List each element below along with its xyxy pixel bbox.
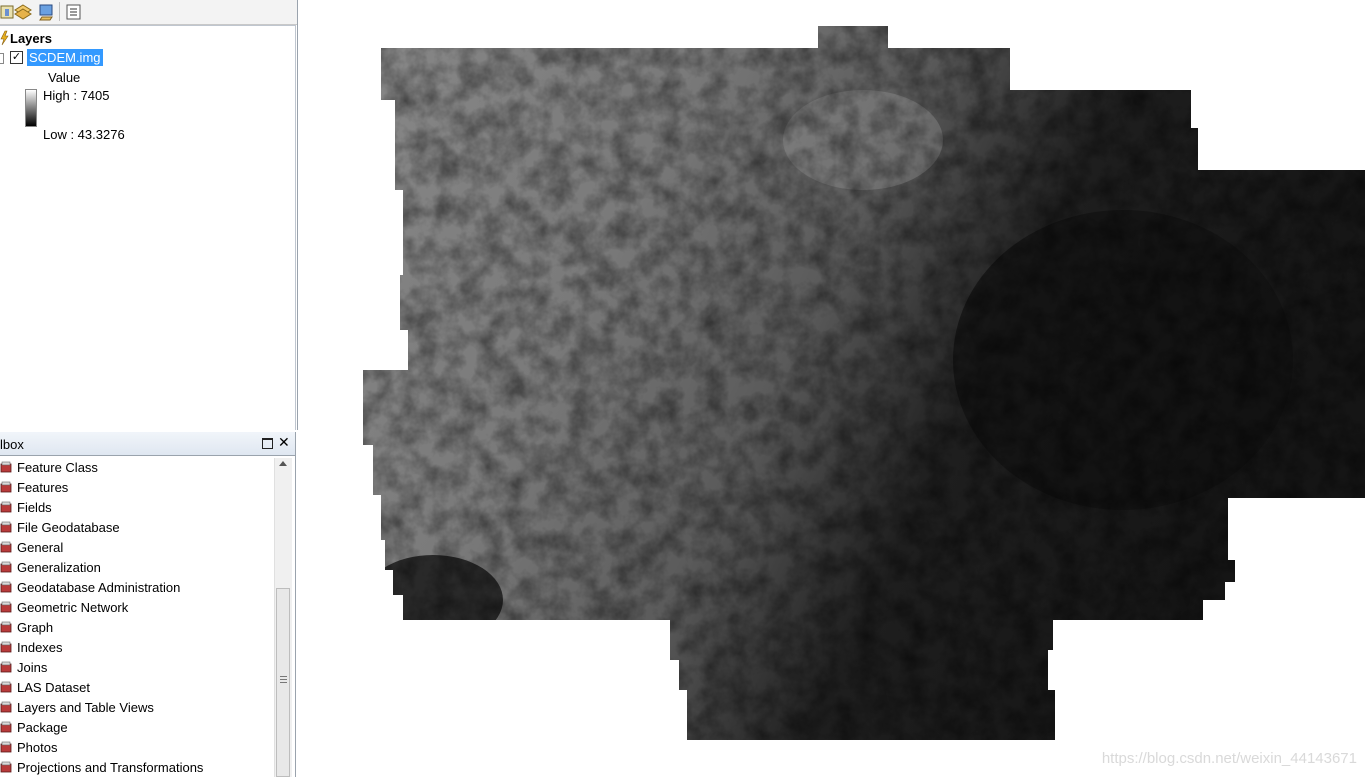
toolset-label: Geometric Network xyxy=(17,600,129,615)
layer-name[interactable]: SCDEM.img xyxy=(27,49,103,66)
legend-high-label: High : 7405 xyxy=(43,88,110,103)
toolset-item[interactable]: Layers and Table Views xyxy=(0,698,275,718)
toolset-label: Features xyxy=(17,480,69,495)
toolset-icon xyxy=(0,701,13,714)
toolset-item[interactable]: General xyxy=(0,538,275,558)
toolset-item[interactable]: Features xyxy=(0,478,275,498)
toolset-icon xyxy=(0,641,13,654)
toolbox-title: lbox xyxy=(0,437,24,452)
toolset-item[interactable]: Indexes xyxy=(0,638,275,658)
toolset-icon xyxy=(0,461,13,474)
toolset-label: Projections and Transformations xyxy=(17,760,204,775)
layer-visibility-checkbox[interactable]: ✓ xyxy=(10,51,23,64)
toolset-label: Package xyxy=(17,720,68,735)
options-icon[interactable] xyxy=(65,3,83,21)
toolset-item[interactable]: Package xyxy=(0,718,275,738)
watermark-text: https://blog.csdn.net/weixin_44143671 xyxy=(1101,750,1357,767)
data-frame-title[interactable]: Layers xyxy=(10,31,52,46)
toolset-label: Generalization xyxy=(17,560,101,575)
toc-tree: Layers ✓ SCDEM.img Value High : 7405 Low… xyxy=(0,25,296,430)
toolset-icon xyxy=(0,761,13,774)
toolset-item[interactable]: Feature Class xyxy=(0,458,275,478)
toolset-label: Feature Class xyxy=(17,460,98,475)
toolset-item[interactable]: File Geodatabase xyxy=(0,518,275,538)
list-by-visibility-icon[interactable] xyxy=(38,3,56,21)
toolset-icon xyxy=(0,601,13,614)
legend-title: Value xyxy=(48,70,81,85)
toolset-label: Fields xyxy=(17,500,52,515)
close-icon[interactable]: ✕ xyxy=(278,434,290,450)
toolset-item[interactable]: Joins xyxy=(0,658,275,678)
toolset-label: Graph xyxy=(17,620,54,635)
toolset-icon xyxy=(0,501,13,514)
toolset-label: Photos xyxy=(17,740,58,755)
toolset-item[interactable]: Graph xyxy=(0,618,275,638)
toolset-icon xyxy=(0,621,13,634)
toolset-icon xyxy=(0,561,13,574)
toolset-icon xyxy=(0,741,13,754)
toolbox-header: lbox ✕ xyxy=(0,432,295,456)
toolset-item[interactable]: Generalization xyxy=(0,558,275,578)
toolbox-panel: lbox ✕ Feature Class Features Fields File G… xyxy=(0,432,296,777)
toolset-item[interactable]: Photos xyxy=(0,738,275,758)
toolset-label: LAS Dataset xyxy=(17,680,90,695)
toolset-icon xyxy=(0,661,13,674)
toolset-label: File Geodatabase xyxy=(17,520,120,535)
collapse-toggle-icon[interactable] xyxy=(0,53,4,64)
list-by-source-icon[interactable] xyxy=(14,3,32,21)
toolbar-divider xyxy=(59,2,60,21)
toolset-label: General xyxy=(17,540,64,555)
restore-window-icon[interactable] xyxy=(262,438,273,449)
toolset-item[interactable]: Fields xyxy=(0,498,275,518)
toolset-item[interactable]: Geometric Network xyxy=(0,598,275,618)
table-of-contents-panel: Layers ✓ SCDEM.img Value High : 7405 Low… xyxy=(0,0,298,430)
toolset-label: Joins xyxy=(17,660,48,675)
toolset-item[interactable]: LAS Dataset xyxy=(0,678,275,698)
layers-data-frame-icon xyxy=(0,30,9,46)
toolset-icon xyxy=(0,581,13,594)
scroll-up-arrow-icon[interactable] xyxy=(279,461,287,466)
toolset-icon xyxy=(0,721,13,734)
toolset-label: Geodatabase Administration xyxy=(17,580,181,595)
toc-toolbar xyxy=(0,0,297,25)
legend-color-ramp xyxy=(25,89,37,127)
grip-icon xyxy=(280,676,287,683)
toolset-icon xyxy=(0,541,13,554)
toolset-item[interactable]: Projections and Transformations xyxy=(0,758,275,777)
dem-raster xyxy=(363,26,1365,740)
toolset-icon xyxy=(0,521,13,534)
toolset-icon xyxy=(0,481,13,494)
toolbox-tree: Feature Class Features Fields File Geodatab… xyxy=(0,458,275,777)
toolset-label: Layers and Table Views xyxy=(17,700,154,715)
toolset-label: Indexes xyxy=(17,640,63,655)
layer-row-scdem[interactable]: ✓ SCDEM.img xyxy=(0,49,296,67)
toolset-item[interactable]: Geodatabase Administration xyxy=(0,578,275,598)
scrollbar-thumb[interactable] xyxy=(276,588,290,777)
vertical-scrollbar[interactable] xyxy=(274,458,292,777)
legend-low-label: Low : 43.3276 xyxy=(43,127,125,142)
map-view[interactable]: https://blog.csdn.net/weixin_44143671 xyxy=(303,0,1365,777)
toolset-icon xyxy=(0,681,13,694)
